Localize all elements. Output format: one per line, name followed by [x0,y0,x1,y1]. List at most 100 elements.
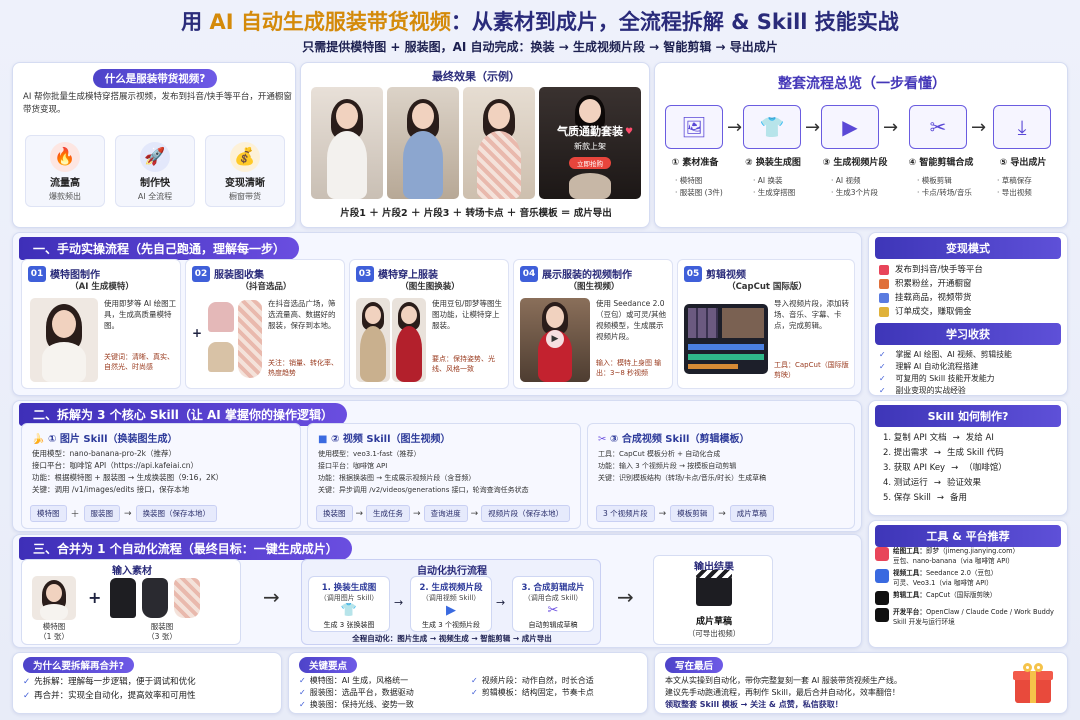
check-icon: ✓ [879,350,886,359]
video-frame-2 [387,87,459,199]
arrow-icon: → [936,493,945,503]
closing-card: 写在最后 本文从实操到自动化，带你完整复刻一套 AI 服装带货视频生产线。 建议… [654,652,1068,714]
overview-card: 整套流程总览（一步看懂） 🖼 → 👕 → ▶ → ✂ → ⤓ ① 素材准备 ② … [654,62,1068,228]
arrow-icon: → [971,117,987,138]
arrow-icon: → [933,478,941,488]
auto-heading: 自动化执行流程 [417,566,487,577]
step-title: 服装图收集 [214,270,264,281]
step-note: 要点：保持姿势、光线、风格一致 [432,355,495,373]
final-formula: 片段1 ＋ 片段2 ＋ 片段3 ＋ 转场卡点 ＋ 音乐模板 ＝ 成片导出 [340,208,612,219]
list-item: 积累粉丝，开通橱窗 [879,277,1057,291]
clapperboard-icon [696,570,732,606]
feature-traffic: 🔥 流量高 爆款频出 [25,135,105,207]
step-subtitle: （抖音选品） [240,282,292,292]
overview-step-subs: · 草稿保存 · 导出视频 [997,176,1032,197]
video-preview: ▶ [520,298,590,382]
step-description: 使用 Seedance 2.0（豆包）或可灵/其他视频模型，生成展示视频片段。 [596,299,667,341]
overview-step-label: ③ 生成视频片段 [822,158,888,168]
overview-heading: 整套流程总览（一步看懂） [778,76,946,92]
list-item: 2. 提出需求 → 生成 Skill 代码 [883,446,1057,461]
input-heading: 输入素材 [112,566,152,577]
step-description: 使用即梦等 AI 绘图工具，生成高质量模特图。 [104,299,177,330]
monetize-learn-card: 变现模式 发布到抖音/快手等平台 积累粉丝，开通橱窗 挂载商品，视频带货 订单成… [868,232,1068,396]
model-photo [30,298,98,382]
section3-heading: 三、合并为 1 个自动化流程（最终目标：一键生成成片） [19,537,352,560]
overview-step-subs: · AI 视频 · 生成3个片段 [831,176,879,197]
overview-step-subs: · 模板剪辑 · 卡点/转场/音乐 [917,176,972,197]
jimeng-icon [875,547,889,561]
scissors-icon: ✂ [547,603,559,618]
check-icon: ✓ [23,691,31,701]
list-item: 绘图工具：即梦（jimeng.jianying.com） 豆包、nano-bana… [875,547,1063,566]
model-thumb [32,576,76,620]
learn-heading: 学习收获 [875,323,1061,345]
terminal-icon [875,608,889,622]
auto-flow: 自动化执行流程 1. 换装生成图 （调用图片 Skill） 👕 → 2. 生成视频… [301,559,601,645]
list-item: 1. 复制 API 文档 → 发给 AI [883,431,1057,446]
list-item: ✓ 服装图：选品平台，数据驱动 [299,688,414,697]
monetize-heading: 变现模式 [875,237,1061,259]
arrow-icon: → [951,463,959,473]
skill-lines: 使用模型：veo3.1-fast（推荐） 接口平台：咖啡馆 API 功能：根据换装图… [318,450,529,494]
monetize-list: 发布到抖音/快手等平台 积累粉丝，开通橱窗 挂载商品，视频带货 订单成交，赚取佣… [869,259,1067,323]
section3-card: 三、合并为 1 个自动化流程（最终目标：一键生成成片） 输入素材 模特图 （1 张… [12,534,862,648]
skill-flow: 3 个视频片段 → 模板剪辑 → 成片草稿 [596,505,774,522]
check-icon: ✓ [471,676,478,685]
closing-heading: 写在最后 [665,657,724,673]
step-description: 在抖音选品广场，筛选流量高、数据好的服装，保存到本地。 [268,299,336,330]
list-item: 挂载商品，视频带货 [879,291,1057,305]
arrow-icon: → [727,117,743,138]
arrow-icon: → [883,117,899,138]
overlay-buy-tag: 立即抢购 [569,157,611,169]
check-icon: ✓ [471,688,478,697]
section2-card: 二、拆解为 3 个核心 Skill（让 AI 掌握你的操作逻辑） 🍌 ① 图片 … [12,400,862,532]
list-item: 开发平台：OpenClaw / Claude Code / Work Buddy… [875,608,1063,627]
arrow-icon: → [805,117,821,138]
input-materials: 输入素材 模特图 （1 张） + 服装图 （3 张） [21,559,241,645]
shop-icon [879,279,889,289]
skill-lines: 工具：CapCut 模板分析 + 自动化合成 功能：输入 3 个视频片段 → 按模… [598,450,767,482]
video-frame-4: 气质通勤套装 新款上架 立即抢购 ♥ [539,87,641,199]
scissors-icon: ✂ [598,434,607,445]
list-item: 5. 保存 Skill → 备用 [883,491,1057,506]
video-camera-icon: ■ [318,434,328,445]
arrow-icon: → [394,596,404,609]
skill-card-video: ■ ② 视频 Skill（图生视频） 使用模型：veo3.1-fast（推荐）接… [307,423,581,529]
overview-step-subs: · 模特图 · 服装图 (3件) [675,176,723,197]
check-icon: ✓ [879,362,886,371]
step-note: 关注：销量、转化率、热度趋势 [268,359,338,377]
step-title: 剪辑视频 [706,270,746,281]
auto-chain: 全程自动化：图片生成 → 视频生成 → 智能剪辑 → 成片导出 [352,634,552,643]
page-subtitle: 只需提供模特图 + 服装图，AI 自动完成：换装 → 生成视频片段 → 智能剪辑… [302,40,778,54]
download-icon: ⤓ [993,105,1051,149]
step-title: 展示服装的视频制作 [542,270,632,281]
scissors-icon: ✂ [909,105,967,149]
list-item: 视频工具：Seedance 2.0（豆包） 可灵、Veo3.1（via 咖啡馆 A… [875,569,1063,588]
list-item: 剪辑工具：CapCut（国际版剪映） [875,591,1063,605]
capcut-screenshot [684,304,768,374]
tools-list: 绘图工具：即梦（jimeng.jianying.com） 豆包、nano-bana… [875,547,1063,627]
intro-heading: 什么是服装带货视频? [92,69,218,88]
auto-result: 生成 3 个视频片段 [422,621,480,629]
keys-left: ✓ 模特图：AI 生成，风格统一 ✓ 服装图：选品平台，数据驱动 ✓ 换装图：保持光线… [299,675,414,711]
rocket-icon: 🚀 [140,142,170,172]
keys-heading: 关键要点 [299,657,358,673]
list-item: 订单成交，赚取佣金 [879,305,1057,319]
list-item: 3. 获取 API Key → （咖啡馆） [883,461,1057,476]
play-icon: ▶ [821,105,879,149]
play-icon[interactable]: ▶ [546,330,564,348]
black-top-icon [110,578,136,618]
step-card-03: 03 模特穿上服装 （图生图换装） 使用豆包/即梦等图生图功能，让模特穿上服装。… [349,259,509,389]
heart-icon: ♥ [625,127,634,137]
closing-cta: 领取整套 Skill 模板 → 关注 & 点赞，私信获取！ [665,700,843,709]
page-title: 用 AI 自动生成服装带货视频：从素材到成片，全流程拆解 & Skill 技能实… [181,10,899,34]
shirt-icon: 👕 [340,603,358,618]
skill-title: 🍌 ① 图片 Skill（换装图生成） [32,434,178,445]
tryon-photo-1 [356,298,390,382]
step-description: 导入视频片段，添加转场、音乐、字幕、卡点，完成剪辑。 [774,299,849,330]
fire-icon: 🔥 [50,142,80,172]
overview-step-label: ② 换装生成图 [745,158,801,168]
step-subtitle: （图生图换装） [400,282,460,292]
skillhow-heading: Skill 如何制作? [875,405,1061,427]
coin-icon [879,307,889,317]
